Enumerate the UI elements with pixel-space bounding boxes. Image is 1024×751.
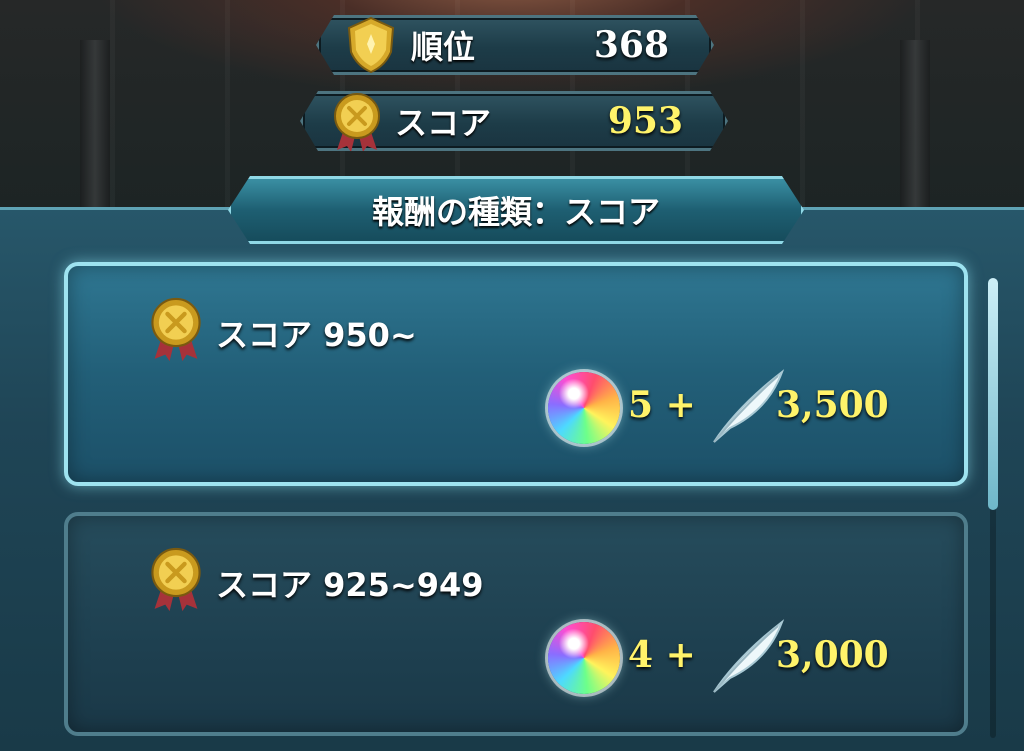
orb-quantity: 4 + <box>628 634 696 676</box>
orb-quantity: 5 + <box>628 384 696 426</box>
gold-medal-icon <box>146 546 206 614</box>
background-pillar <box>80 40 110 230</box>
score-display: スコア 953 <box>300 91 728 151</box>
score-value: 953 <box>607 100 683 142</box>
background-pillar <box>900 40 930 230</box>
reward-tier-card[interactable]: スコア 950~ 5 + 3,500 <box>64 262 968 486</box>
score-label: スコア <box>395 104 492 142</box>
gold-medal-icon <box>146 296 206 364</box>
reward-type-title: 報酬の種類：スコア <box>228 176 804 244</box>
tier-label: スコア 925~949 <box>216 566 484 604</box>
rank-display: 順位 368 <box>316 15 714 75</box>
reward-tier-card[interactable]: スコア 925~949 4 + 3,000 <box>64 512 968 736</box>
gold-medal-icon <box>329 92 381 150</box>
rank-label: 順位 <box>411 28 476 66</box>
feather-quantity: 3,500 <box>776 384 889 426</box>
scroll-thumb[interactable] <box>988 278 998 510</box>
rainbow-orb-icon <box>548 622 620 694</box>
rank-value: 368 <box>593 24 669 66</box>
rainbow-orb-icon <box>548 372 620 444</box>
shield-medal-icon <box>345 16 397 74</box>
feather-quantity: 3,000 <box>776 634 889 676</box>
tier-label: スコア 950~ <box>216 316 417 354</box>
